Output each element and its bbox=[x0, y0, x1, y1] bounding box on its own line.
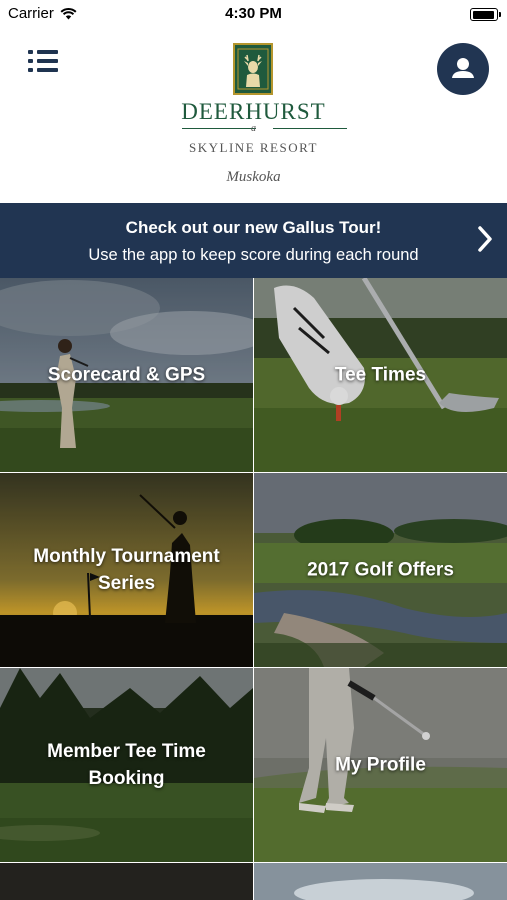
tile-label: 2017 Golf Offers bbox=[307, 559, 454, 581]
status-time: 4:30 PM bbox=[225, 5, 282, 22]
brand-location: Muskoka bbox=[226, 169, 281, 185]
battery-icon bbox=[470, 8, 501, 21]
deerhurst-logo: DEERHURST a SKYLINE RESORT Muskoka bbox=[160, 43, 347, 191]
user-icon bbox=[452, 58, 474, 78]
tile-label: Monthly Tournament Series bbox=[33, 546, 220, 594]
banner-subtitle: Use the app to keep score during each ro… bbox=[88, 246, 419, 264]
app-header: DEERHURST a SKYLINE RESORT Muskoka bbox=[0, 28, 507, 203]
tile-my-profile[interactable]: My Profile bbox=[254, 668, 507, 862]
tile-scorecard-gps[interactable]: Scorecard & GPS bbox=[0, 278, 253, 472]
tile-label: Member Tee Time Booking bbox=[47, 741, 206, 789]
tile-label: My Profile bbox=[335, 754, 426, 776]
tile-partial-left[interactable] bbox=[0, 863, 253, 900]
deer-crest-icon bbox=[233, 43, 273, 95]
banner-title: Check out our new Gallus Tour! bbox=[125, 218, 382, 237]
menu-button[interactable] bbox=[28, 46, 62, 76]
tile-monthly-tournament[interactable]: Monthly Tournament Series bbox=[0, 473, 253, 667]
gallus-tour-banner[interactable]: Check out our new Gallus Tour! Use the a… bbox=[0, 203, 507, 278]
partial-left-background-image bbox=[0, 863, 253, 900]
tile-member-tee-time-booking[interactable]: Member Tee Time Booking bbox=[0, 668, 253, 862]
battery-level bbox=[472, 10, 495, 19]
profile-button[interactable] bbox=[437, 43, 489, 95]
chevron-right-icon bbox=[478, 226, 492, 252]
brand-connector: a bbox=[251, 123, 256, 134]
partial-right-background-image bbox=[254, 863, 507, 900]
status-bar: Carrier 4:30 PM bbox=[0, 0, 507, 28]
brand-subtitle: SKYLINE RESORT bbox=[189, 140, 318, 155]
tile-partial-right[interactable] bbox=[254, 863, 507, 900]
tile-label: Scorecard & GPS bbox=[47, 364, 206, 386]
tile-golf-offers[interactable]: 2017 Golf Offers bbox=[254, 473, 507, 667]
brand-name: DEERHURST bbox=[181, 99, 326, 124]
tile-label: Tee Times bbox=[334, 364, 427, 386]
tile-tee-times[interactable]: Tee Times bbox=[254, 278, 507, 472]
